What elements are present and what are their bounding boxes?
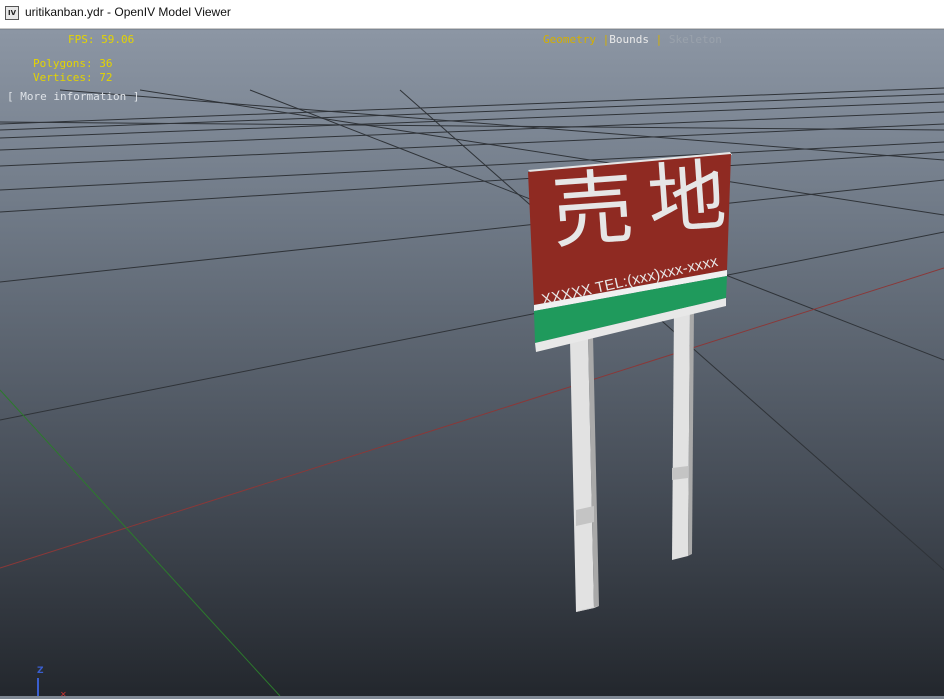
z-axis-stub <box>37 678 39 696</box>
geometry-mode-button[interactable]: Geometry <box>543 33 596 46</box>
vertex-count: Vertices: 72 <box>33 71 113 84</box>
window-title: uritikanban.ydr - OpenIV Model Viewer <box>25 5 231 19</box>
polygon-count: Polygons: 36 <box>33 57 113 70</box>
view-mode-toggles: Geometry |Bounds | Skeleton <box>543 33 722 46</box>
sign-kanji-left: 売 <box>548 160 638 261</box>
title-bar: IV uritikanban.ydr - OpenIV Model Viewer <box>0 0 944 29</box>
y-axis-line <box>0 389 281 696</box>
x-axis-stub: ✕ <box>60 690 67 699</box>
mode-separator: | <box>655 33 663 46</box>
more-information-link[interactable]: [ More information ] <box>7 90 139 103</box>
sign-kanji-right: 地 <box>644 151 730 247</box>
openiv-app-icon: IV <box>5 6 19 20</box>
scene-canvas <box>0 87 944 696</box>
fps-counter: FPS: 59.06 <box>68 33 135 46</box>
axis-gizmo: Z ✕ <box>30 666 70 699</box>
x-axis-line <box>0 267 944 569</box>
bounds-mode-button[interactable]: Bounds <box>609 33 649 46</box>
right-pole <box>672 306 690 560</box>
skeleton-mode-button[interactable]: Skeleton <box>669 33 722 46</box>
z-axis-label: Z <box>37 666 44 676</box>
3d-viewport[interactable]: 売 地 XXXXX TEL:(xxx)xxx-xxxx FPS: 59.06 P… <box>0 30 944 699</box>
ground-grid <box>0 87 944 571</box>
